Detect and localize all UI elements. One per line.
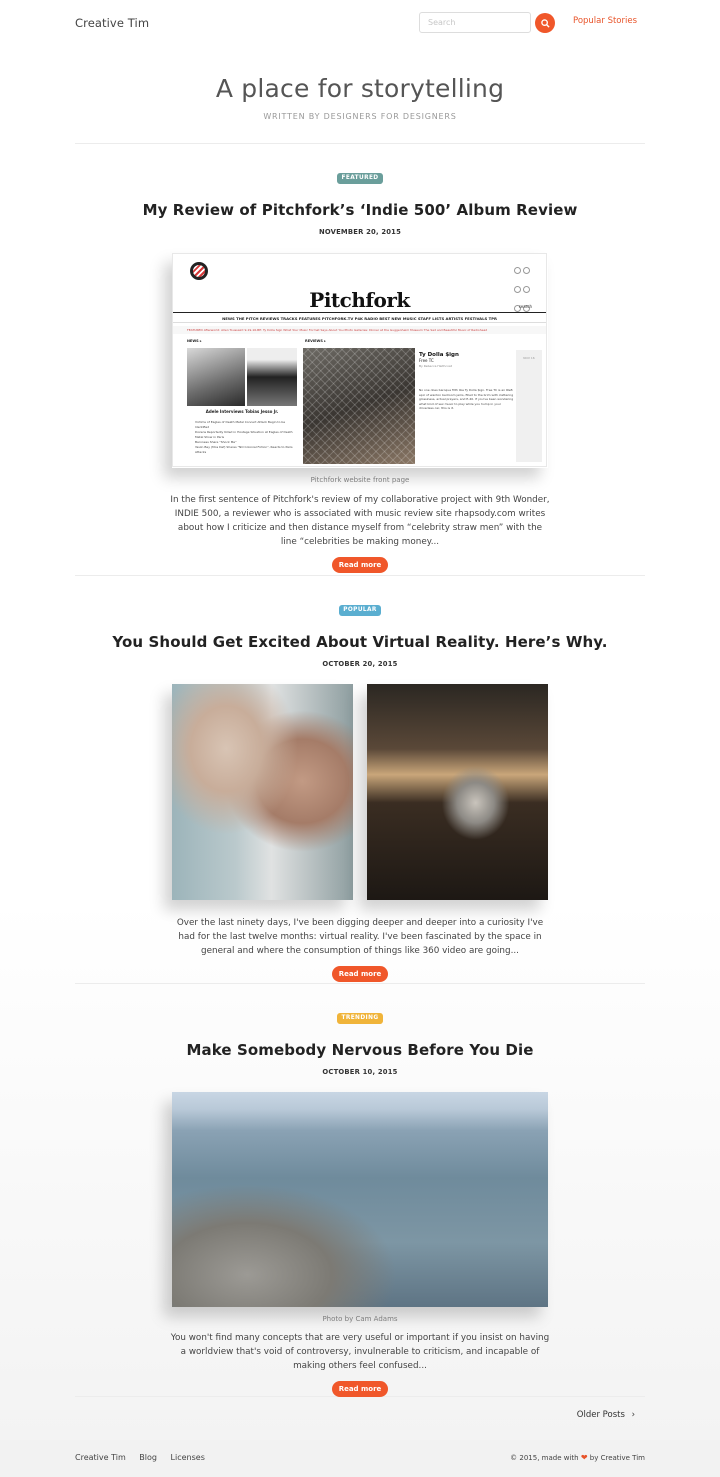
post-date: OCTOBER 20, 2015 bbox=[322, 660, 398, 668]
popular-stories-link[interactable]: Popular Stories bbox=[573, 16, 637, 26]
chevron-right-icon: › bbox=[631, 1410, 635, 1420]
search-input[interactable] bbox=[419, 12, 531, 33]
news-item: Yasiin Bey (Mos Def) Shares "NO Colonial… bbox=[195, 445, 293, 454]
post-card: POPULAR You Should Get Excited About Vir… bbox=[75, 576, 645, 984]
page-subtitle: WRITTEN BY DESIGNERS FOR DESIGNERS bbox=[263, 112, 457, 121]
trending-badge: TRENDING bbox=[337, 1013, 383, 1024]
older-posts-link[interactable]: Older Posts › bbox=[577, 1410, 635, 1420]
featured-badge: FEATURED bbox=[337, 173, 383, 184]
tobias-photo bbox=[247, 348, 297, 406]
footer-link-creative-tim[interactable]: Creative Tim bbox=[75, 1453, 126, 1462]
search-button[interactable] bbox=[535, 13, 555, 33]
brand-link[interactable]: Creative Tim bbox=[75, 16, 149, 30]
footer-link-licenses[interactable]: Licenses bbox=[171, 1453, 205, 1462]
post-card: FEATURED My Review of Pitchfork’s ‘Indie… bbox=[75, 144, 645, 576]
ex-machina-robot-image[interactable] bbox=[367, 684, 548, 900]
copyright-suffix: by Creative Tim bbox=[589, 1454, 645, 1462]
hero-header: A place for storytelling WRITTEN BY DESI… bbox=[75, 44, 645, 144]
pitchfork-search: search bbox=[518, 304, 532, 309]
pitchfork-logo-icon bbox=[190, 262, 208, 280]
pitchfork-featured-bar: FEATURED Afterworld: Allen Toussaint 9-1… bbox=[173, 326, 546, 334]
footer-copyright: © 2015, made with ❤ by Creative Tim bbox=[510, 1453, 645, 1462]
review-sidebar: NOV 16 bbox=[516, 350, 542, 462]
news-list: Victims of Eagles of Death Metal Concert… bbox=[195, 420, 295, 455]
image-caption: Photo by Cam Adams bbox=[322, 1315, 398, 1323]
post-card: TRENDING Make Somebody Nervous Before Yo… bbox=[75, 984, 645, 1397]
reviews-label: REVIEWS ▸ bbox=[305, 339, 326, 343]
read-more-button[interactable]: Read more bbox=[331, 1381, 389, 1397]
adele-photo bbox=[187, 348, 245, 406]
image-caption: Pitchfork website front page bbox=[310, 476, 410, 484]
ex-machina-face-image[interactable] bbox=[172, 684, 353, 900]
post-date: OCTOBER 10, 2015 bbox=[322, 1068, 398, 1076]
footer-link-blog[interactable]: Blog bbox=[139, 1453, 157, 1462]
read-more-button[interactable]: Read more bbox=[331, 557, 389, 573]
older-posts-label: Older Posts bbox=[576, 1410, 625, 1420]
news-item: Dozens Reportedly Killed in Hostage Situ… bbox=[195, 430, 293, 439]
review-info: Ty Dolla $ign Free TC By Rebecca Haithco… bbox=[419, 352, 514, 411]
post-title-link[interactable]: My Review of Pitchfork’s ‘Indie 500’ Alb… bbox=[75, 201, 645, 219]
pagination: Older Posts › bbox=[75, 1397, 645, 1439]
pitchfork-nav: NEWS THE PITCH REVIEWS TRACKS FEATURES P… bbox=[173, 312, 546, 323]
news-label: NEWS ▸ bbox=[187, 339, 202, 343]
post-image[interactable]: Pitchfork search NEWS THE PITCH REVIEWS … bbox=[172, 253, 548, 468]
side-date: NOV 16 bbox=[523, 356, 535, 360]
post-excerpt: Over the last ninety days, I've been dig… bbox=[176, 918, 544, 956]
post-title-link[interactable]: You Should Get Excited About Virtual Rea… bbox=[75, 633, 645, 651]
read-more-button[interactable]: Read more bbox=[331, 966, 389, 982]
post-excerpt: You won't find many concepts that are ve… bbox=[170, 1333, 550, 1371]
footer-links: Creative Tim Blog Licenses bbox=[75, 1453, 216, 1462]
page-title: A place for storytelling bbox=[215, 74, 505, 103]
pitchfork-screenshot: Pitchfork search NEWS THE PITCH REVIEWS … bbox=[172, 253, 547, 467]
post-date: NOVEMBER 20, 2015 bbox=[318, 228, 402, 236]
popular-badge: POPULAR bbox=[339, 605, 381, 616]
pitchfork-wordmark: Pitchfork bbox=[309, 288, 410, 312]
mountain-cliff-image[interactable] bbox=[172, 1092, 548, 1307]
review-cover-photo bbox=[303, 348, 415, 464]
review-text: No one does baroque filth like Ty Dolla … bbox=[419, 388, 514, 410]
news-headline: Adele Interviews Tobias Jesso Jr. bbox=[205, 409, 279, 414]
post-image-pair bbox=[172, 684, 548, 900]
copyright-prefix: © 2015, made with bbox=[510, 1454, 579, 1462]
site-footer: Creative Tim Blog Licenses © 2015, made … bbox=[0, 1440, 720, 1477]
review-author: By Rebecca Haithcoat bbox=[419, 364, 452, 368]
search-icon bbox=[540, 18, 550, 28]
post-title-link[interactable]: Make Somebody Nervous Before You Die bbox=[75, 1041, 645, 1059]
post-excerpt: In the first sentence of Pitchfork's rev… bbox=[170, 495, 550, 547]
news-item: Victims of Eagles of Death Metal Concert… bbox=[195, 420, 286, 429]
review-album: Free TC bbox=[419, 358, 434, 363]
heart-icon: ❤ bbox=[580, 1453, 588, 1462]
top-navbar: Creative Tim Popular Stories bbox=[75, 0, 645, 44]
